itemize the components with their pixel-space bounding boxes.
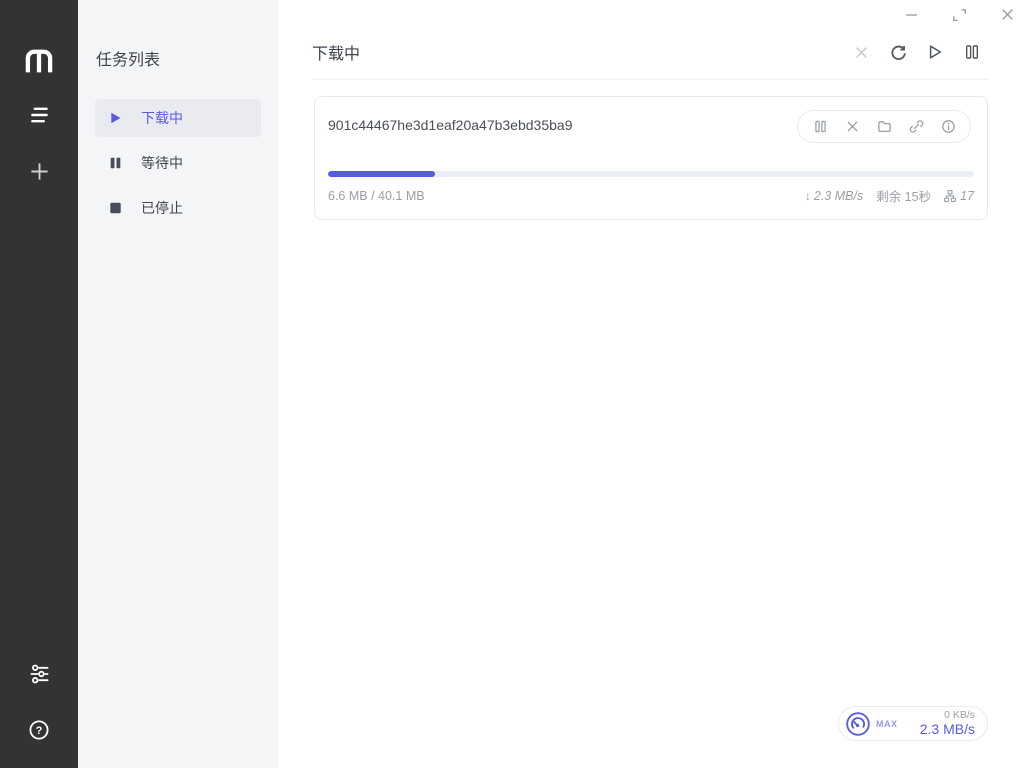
speedometer-icon	[845, 711, 871, 737]
pause-outline-icon	[964, 44, 980, 60]
motrix-logo	[19, 40, 59, 80]
window-controls	[904, 7, 1015, 22]
delete-selected-button[interactable]	[853, 44, 869, 60]
pause-icon	[109, 156, 123, 170]
play-outline-icon	[927, 44, 943, 60]
peers-icon	[944, 189, 957, 202]
link-icon	[909, 119, 924, 134]
upload-speed-text: 0 KB/s	[944, 709, 975, 722]
header-toolbar	[853, 44, 980, 60]
header-divider	[312, 79, 988, 80]
sidebar-item-label: 已停止	[141, 200, 183, 216]
stop-icon	[109, 201, 123, 215]
help-icon: ?	[28, 719, 50, 741]
download-speed-text: ↓ 2.3 MB/s	[804, 188, 864, 203]
play-icon	[109, 111, 123, 125]
time-remaining-text: 剩余 15秒	[876, 190, 932, 204]
help-button[interactable]: ?	[19, 710, 59, 750]
max-speed-label: MAX	[876, 718, 898, 729]
delete-icon	[854, 45, 869, 60]
down-arrow-icon: ↓	[804, 188, 811, 203]
peers-count: 17	[944, 189, 974, 203]
sidebar-item-label: 下载中	[141, 110, 183, 126]
pause-all-button[interactable]	[964, 44, 980, 60]
app-rail: ?	[0, 0, 78, 768]
sliders-icon	[29, 664, 50, 684]
task-list-nav-button[interactable]	[19, 95, 59, 135]
page-title: 下载中	[312, 46, 361, 63]
global-download-speed-text: 2.3 MB/s	[919, 721, 975, 738]
task-stats: 6.6 MB / 40.1 MB ↓ 2.3 MB/s 剩余 15秒 17	[328, 186, 974, 205]
maximize-icon	[952, 7, 967, 22]
plus-icon	[29, 161, 50, 182]
preferences-button[interactable]	[19, 654, 59, 694]
close-icon	[845, 119, 860, 134]
refresh-icon	[890, 44, 907, 61]
folder-icon	[877, 119, 892, 134]
close-icon	[1000, 7, 1015, 22]
delete-task-button[interactable]	[844, 119, 860, 135]
sidebar-title: 任务列表	[96, 52, 161, 69]
pause-task-button[interactable]	[812, 119, 828, 135]
task-action-toolbar	[797, 110, 971, 143]
size-progress-text: 6.6 MB / 40.1 MB	[328, 188, 425, 203]
maximize-button[interactable]	[952, 7, 967, 22]
sidebar: 任务列表 下载中 等待中 已停止	[78, 0, 278, 768]
sidebar-item-downloading[interactable]: 下载中	[95, 99, 261, 137]
sidebar-item-stopped[interactable]: 已停止	[95, 189, 261, 227]
copy-link-button[interactable]	[908, 119, 924, 135]
progress-fill	[328, 171, 435, 177]
task-info-button[interactable]	[940, 119, 956, 135]
add-task-button[interactable]	[19, 151, 59, 191]
task-status-nav: 下载中 等待中 已停止	[78, 99, 278, 227]
sidebar-item-label: 等待中	[141, 155, 183, 171]
info-icon	[941, 119, 956, 134]
pause-outline-icon	[813, 119, 828, 134]
minimize-icon	[904, 7, 919, 22]
speed-limit-widget[interactable]: MAX 0 KB/s 2.3 MB/s	[838, 706, 988, 741]
minimize-button[interactable]	[904, 7, 919, 22]
progress-bar	[328, 171, 974, 177]
open-folder-button[interactable]	[876, 119, 892, 135]
motrix-logo-icon	[23, 47, 55, 74]
main-panel: 下载中 901c44467he3d1eaf20a47b3ebd35ba9 6.6…	[278, 0, 1024, 768]
resume-all-button[interactable]	[927, 44, 943, 60]
close-button[interactable]	[1000, 7, 1015, 22]
refresh-button[interactable]	[890, 44, 906, 60]
svg-text:?: ?	[36, 725, 43, 737]
task-list-icon	[29, 105, 50, 125]
download-task-card[interactable]: 901c44467he3d1eaf20a47b3ebd35ba9 6.6 MB …	[314, 96, 988, 220]
sidebar-item-waiting[interactable]: 等待中	[95, 144, 261, 182]
